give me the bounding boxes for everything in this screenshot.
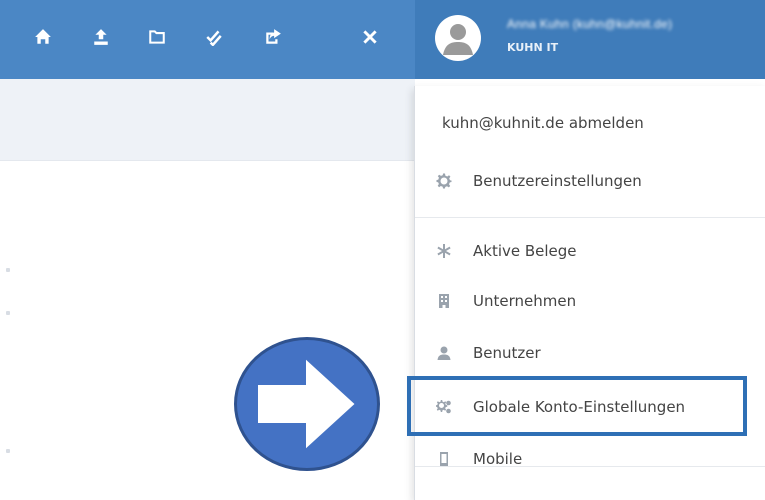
double-check-icon [206,30,222,46]
menu-item-unternehmen[interactable]: Unternehmen [415,286,765,316]
menu-item-label: Benutzer [473,344,541,362]
asterisk-icon [436,243,452,259]
menu-item-label: Aktive Belege [473,242,577,260]
menu-item-benutzer[interactable]: Benutzer [415,338,765,368]
close-icon [363,30,377,44]
annotation-arrow-circle [234,337,380,471]
sub-header-bar [0,79,415,161]
share-icon [266,29,281,44]
folder-button[interactable] [142,22,172,52]
avatar [435,15,481,61]
menu-item-benutzereinstellungen[interactable]: Benutzereinstellungen [415,166,765,196]
highlight-box [407,376,747,436]
user-name: Anna Kuhn (kuhn@kuhnit.de) [507,17,673,31]
share-button[interactable] [258,22,288,52]
page-marker [6,268,10,272]
menu-divider [415,217,765,218]
home-icon [35,29,51,44]
right-arrow-icon [258,359,355,449]
menu-item-label: Benutzereinstellungen [473,172,642,190]
menu-item-aktive-belege[interactable]: Aktive Belege [415,236,765,266]
page-marker [6,449,10,453]
approve-button[interactable] [199,22,229,52]
home-button[interactable] [28,22,58,52]
close-button[interactable] [355,22,385,52]
user-avatar-icon [443,24,473,55]
upload-button[interactable] [86,22,116,52]
building-icon [436,293,452,309]
top-toolbar: Anna Kuhn (kuhn@kuhnit.de) KUHN IT [0,0,765,79]
folder-icon [149,30,165,44]
user-company: KUHN IT [507,41,559,54]
logout-link[interactable]: kuhn@kuhnit.de abmelden [442,114,644,132]
menu-item-label: Unternehmen [473,292,577,310]
upload-icon [94,29,108,45]
user-dropdown-menu: kuhn@kuhnit.de abmelden Benutzereinstell… [414,86,765,500]
menu-divider [415,466,765,467]
mobile-icon [436,451,452,467]
user-menu-toggle[interactable]: Anna Kuhn (kuhn@kuhnit.de) KUHN IT [415,0,765,79]
page-marker [6,311,10,315]
menu-item-mobile[interactable]: Mobile [415,444,765,474]
person-icon [436,345,452,361]
gear-icon [436,173,452,189]
